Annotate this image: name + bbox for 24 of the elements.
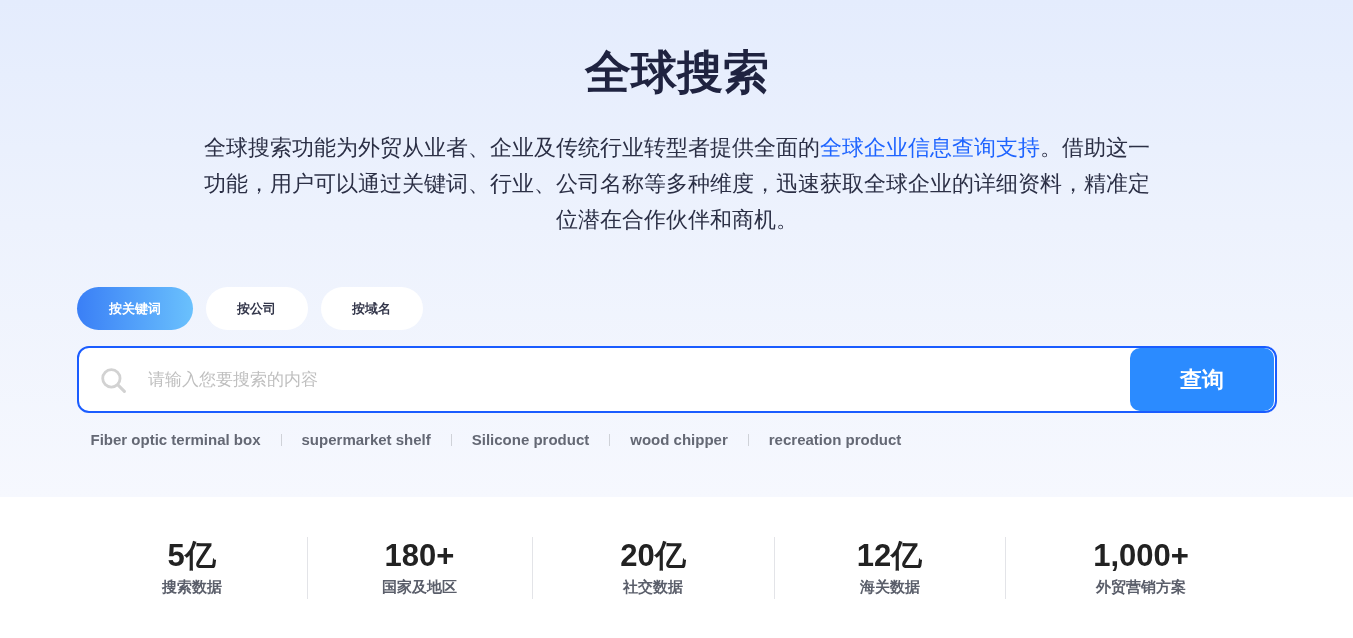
search-icon [99, 366, 126, 393]
stat-value: 5亿 [167, 537, 216, 575]
search-mode-tab[interactable]: 按关键词 [76, 287, 193, 330]
stat-label: 外贸营销方案 [1096, 577, 1186, 597]
description-link[interactable]: 全球企业信息查询支持 [819, 135, 1040, 160]
search-description: 全球搜索功能为外贸从业者、企业及传统行业转型者提供全面的全球企业信息查询支持。借助这一功能，用户可以通过关键词、行业、公司名称等多种维度，迅速获取全球企业的详细资料，精准定位潜在合作伙伴和商机。 [203, 134, 1150, 234]
hot-keyword-link[interactable]: recreation product [768, 430, 902, 450]
page-title: 全球搜索 [584, 45, 769, 100]
search-button[interactable]: 查询 [1129, 348, 1274, 411]
stat-label: 搜索数据 [161, 577, 222, 597]
hot-keyword-link[interactable]: wood chipper [630, 430, 728, 450]
stat-label: 社交数据 [623, 577, 683, 597]
search-mode-tab[interactable]: 按公司 [205, 287, 308, 330]
stat-value: 1,000+ [1093, 537, 1189, 575]
hot-keyword-link[interactable]: Fiber optic terminal box [90, 430, 261, 450]
stat-value: 12亿 [856, 537, 923, 575]
stat-value: 180+ [384, 537, 455, 575]
stat-label: 海关数据 [859, 577, 920, 597]
stat-value: 20亿 [620, 537, 686, 575]
hot-keyword-link[interactable]: Silicone product [471, 430, 590, 450]
hot-keyword-link[interactable]: supermarket shelf [301, 430, 431, 450]
stat-label: 国家及地区 [382, 577, 457, 597]
search-mode-tab[interactable]: 按域名 [320, 287, 423, 330]
search-field[interactable]: 请输入您要搜索的内容 查询 [76, 346, 1277, 413]
